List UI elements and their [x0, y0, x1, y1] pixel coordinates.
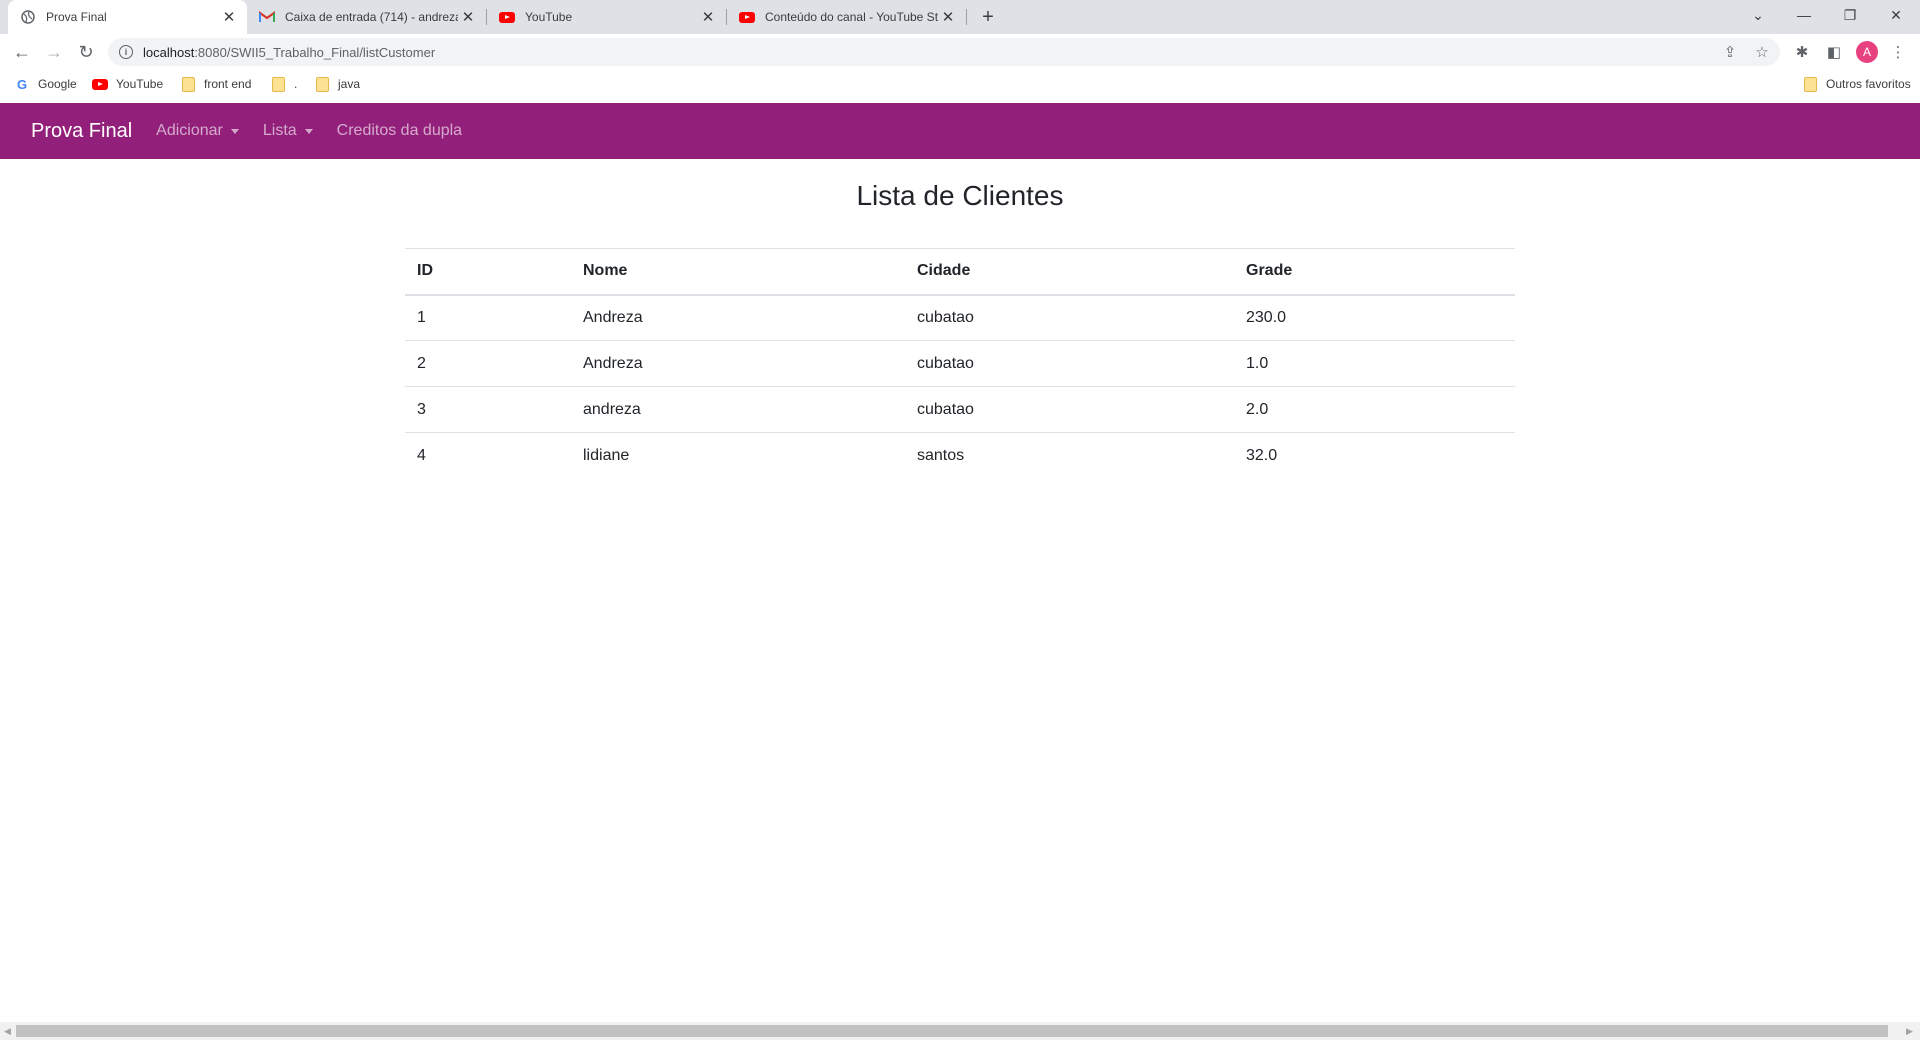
nav-label: Lista [262, 122, 297, 139]
bookmark-label: java [338, 77, 361, 91]
tab-youtube[interactable]: YouTube ✕ [487, 0, 726, 34]
cell-grade: 32.0 [1246, 446, 1278, 464]
cell-id: 4 [417, 446, 426, 464]
page-content: Prova Final Adicionar Lista Creditos da … [0, 98, 1920, 1022]
column-header-cidade: Cidade [905, 248, 1234, 296]
close-icon[interactable]: ✕ [458, 7, 478, 27]
close-window-button[interactable]: ✕ [1874, 0, 1918, 30]
folder-icon [180, 76, 196, 92]
nav-label: Creditos da dupla [336, 122, 463, 139]
nav-label: Adicionar [156, 122, 223, 139]
youtube-icon [499, 9, 515, 25]
bookmark-dot[interactable]: . [270, 76, 297, 92]
cell-id: 1 [405, 294, 571, 341]
horizontal-scrollbar[interactable]: ◀ ▶ [0, 1022, 1920, 1040]
folder-icon [1802, 76, 1818, 92]
folder-icon [314, 76, 330, 92]
cell-cidade: cubatao [905, 340, 1234, 387]
bookmark-label: YouTube [116, 77, 164, 91]
tab-title: Prova Final [46, 10, 107, 24]
column-header-id: ID [405, 248, 571, 296]
cell-id: 3 [405, 386, 571, 433]
url-path: :8080/SWII5_Trabalho_Final/listCustomer [194, 44, 436, 60]
google-icon: G [16, 76, 28, 92]
cell-grade: 2.0 [1234, 386, 1515, 433]
globe-icon [20, 9, 36, 25]
restore-button[interactable]: ❐ [1828, 0, 1872, 30]
site-info-icon[interactable]: i [119, 45, 133, 59]
cell-nome: Andreza [571, 294, 905, 341]
scroll-right-icon[interactable]: ▶ [1906, 1026, 1913, 1037]
cell-cidade: santos [917, 446, 965, 464]
nav-creditos[interactable]: Creditos da dupla [337, 122, 462, 140]
url-host: localhost [143, 44, 195, 60]
table-row: 4 lidiane santos 32.0 [405, 433, 1515, 479]
customers-table: ID Nome Cidade Grade 1 Andreza cubatao 2… [405, 248, 1515, 479]
extensions-icon[interactable]: ✱ [1792, 42, 1812, 62]
browser-toolbar: ← → ↻ i localhost:8080/SWII5_Trabalho_Fi… [0, 34, 1920, 70]
scroll-left-icon[interactable]: ◀ [4, 1026, 11, 1037]
close-icon[interactable]: ✕ [219, 7, 239, 27]
reload-icon[interactable]: ↻ [74, 40, 98, 64]
table-row: 1 Andreza cubatao 230.0 [405, 294, 1515, 341]
tab-prova-final[interactable]: Prova Final ✕ [8, 0, 247, 34]
url-text: localhost:8080/SWII5_Trabalho_Final/list… [143, 45, 435, 60]
star-icon[interactable]: ☆ [1752, 42, 1772, 62]
bookmark-google[interactable]: G Google [14, 76, 77, 92]
bookmark-front-end[interactable]: front end [180, 76, 251, 92]
table-row: 2 Andreza cubatao 1.0 [405, 340, 1515, 387]
column-header-grade: Grade [1234, 248, 1515, 296]
avatar[interactable]: A [1856, 41, 1878, 63]
minimize-button[interactable]: — [1782, 0, 1826, 30]
new-tab-button[interactable]: + [976, 5, 1000, 29]
bookmark-label: . [294, 77, 298, 91]
tab-youtube-studio[interactable]: Conteúdo do canal - YouTube Studio ✕ [727, 0, 966, 34]
cell-nome: Andreza [571, 340, 905, 387]
youtube-icon [739, 9, 755, 25]
tab-separator [966, 9, 967, 25]
tab-title: YouTube [525, 10, 573, 24]
scrollbar-thumb[interactable] [16, 1025, 1888, 1037]
back-icon[interactable]: ← [10, 40, 34, 64]
navbar-brand[interactable]: Prova Final [31, 120, 132, 143]
folder-icon [270, 76, 286, 92]
page-title: Lista de Clientes [856, 180, 1064, 211]
cell-grade: 1.0 [1234, 340, 1515, 387]
caret-down-icon [230, 128, 239, 134]
bookmark-java[interactable]: java [314, 76, 360, 92]
share-icon[interactable]: ⇪ [1720, 42, 1740, 62]
cell-id: 2 [405, 340, 571, 387]
tab-search-icon[interactable]: ⌄ [1736, 0, 1780, 30]
side-panel-icon[interactable]: ◧ [1824, 42, 1844, 62]
top-navbar: Prova Final Adicionar Lista Creditos da … [0, 103, 1920, 159]
bookmark-youtube[interactable]: YouTube [92, 76, 163, 92]
tab-title: Caixa de entrada (714) - andreza [285, 10, 458, 24]
table-row: 3 andreza cubatao 2.0 [405, 386, 1515, 433]
cell-cidade: cubatao [905, 294, 1234, 341]
cell-grade: 230.0 [1234, 294, 1515, 341]
close-icon[interactable]: ✕ [698, 7, 718, 27]
forward-icon[interactable]: → [42, 40, 66, 64]
column-header-nome: Nome [571, 248, 905, 296]
address-bar[interactable]: i localhost:8080/SWII5_Trabalho_Final/li… [108, 38, 1780, 66]
bookmark-label: Outros favoritos [1826, 77, 1911, 91]
menu-icon[interactable]: ⋮ [1888, 42, 1908, 62]
nav-lista[interactable]: Lista [263, 122, 313, 140]
cell-nome: lidiane [583, 446, 630, 464]
nav-adicionar[interactable]: Adicionar [156, 122, 239, 140]
bookmark-label: front end [204, 77, 252, 91]
bookmark-other-favorites[interactable]: Outros favoritos [1802, 76, 1911, 92]
close-icon[interactable]: ✕ [938, 7, 958, 27]
cell-nome: andreza [571, 386, 905, 433]
caret-down-icon [304, 128, 313, 134]
cell-cidade: cubatao [905, 386, 1234, 433]
bookmarks-bar: G Google YouTube front end . java Outros… [0, 70, 1920, 98]
tab-strip: Prova Final ✕ Caixa de entrada (714) - a… [0, 0, 1920, 34]
tab-gmail[interactable]: Caixa de entrada (714) - andreza ✕ [247, 0, 486, 34]
table-header-row: ID Nome Cidade Grade [405, 248, 1515, 296]
bookmark-label: Google [38, 77, 77, 91]
youtube-icon [92, 76, 108, 92]
gmail-icon [259, 9, 275, 25]
tab-title: Conteúdo do canal - YouTube Studio [765, 10, 938, 24]
